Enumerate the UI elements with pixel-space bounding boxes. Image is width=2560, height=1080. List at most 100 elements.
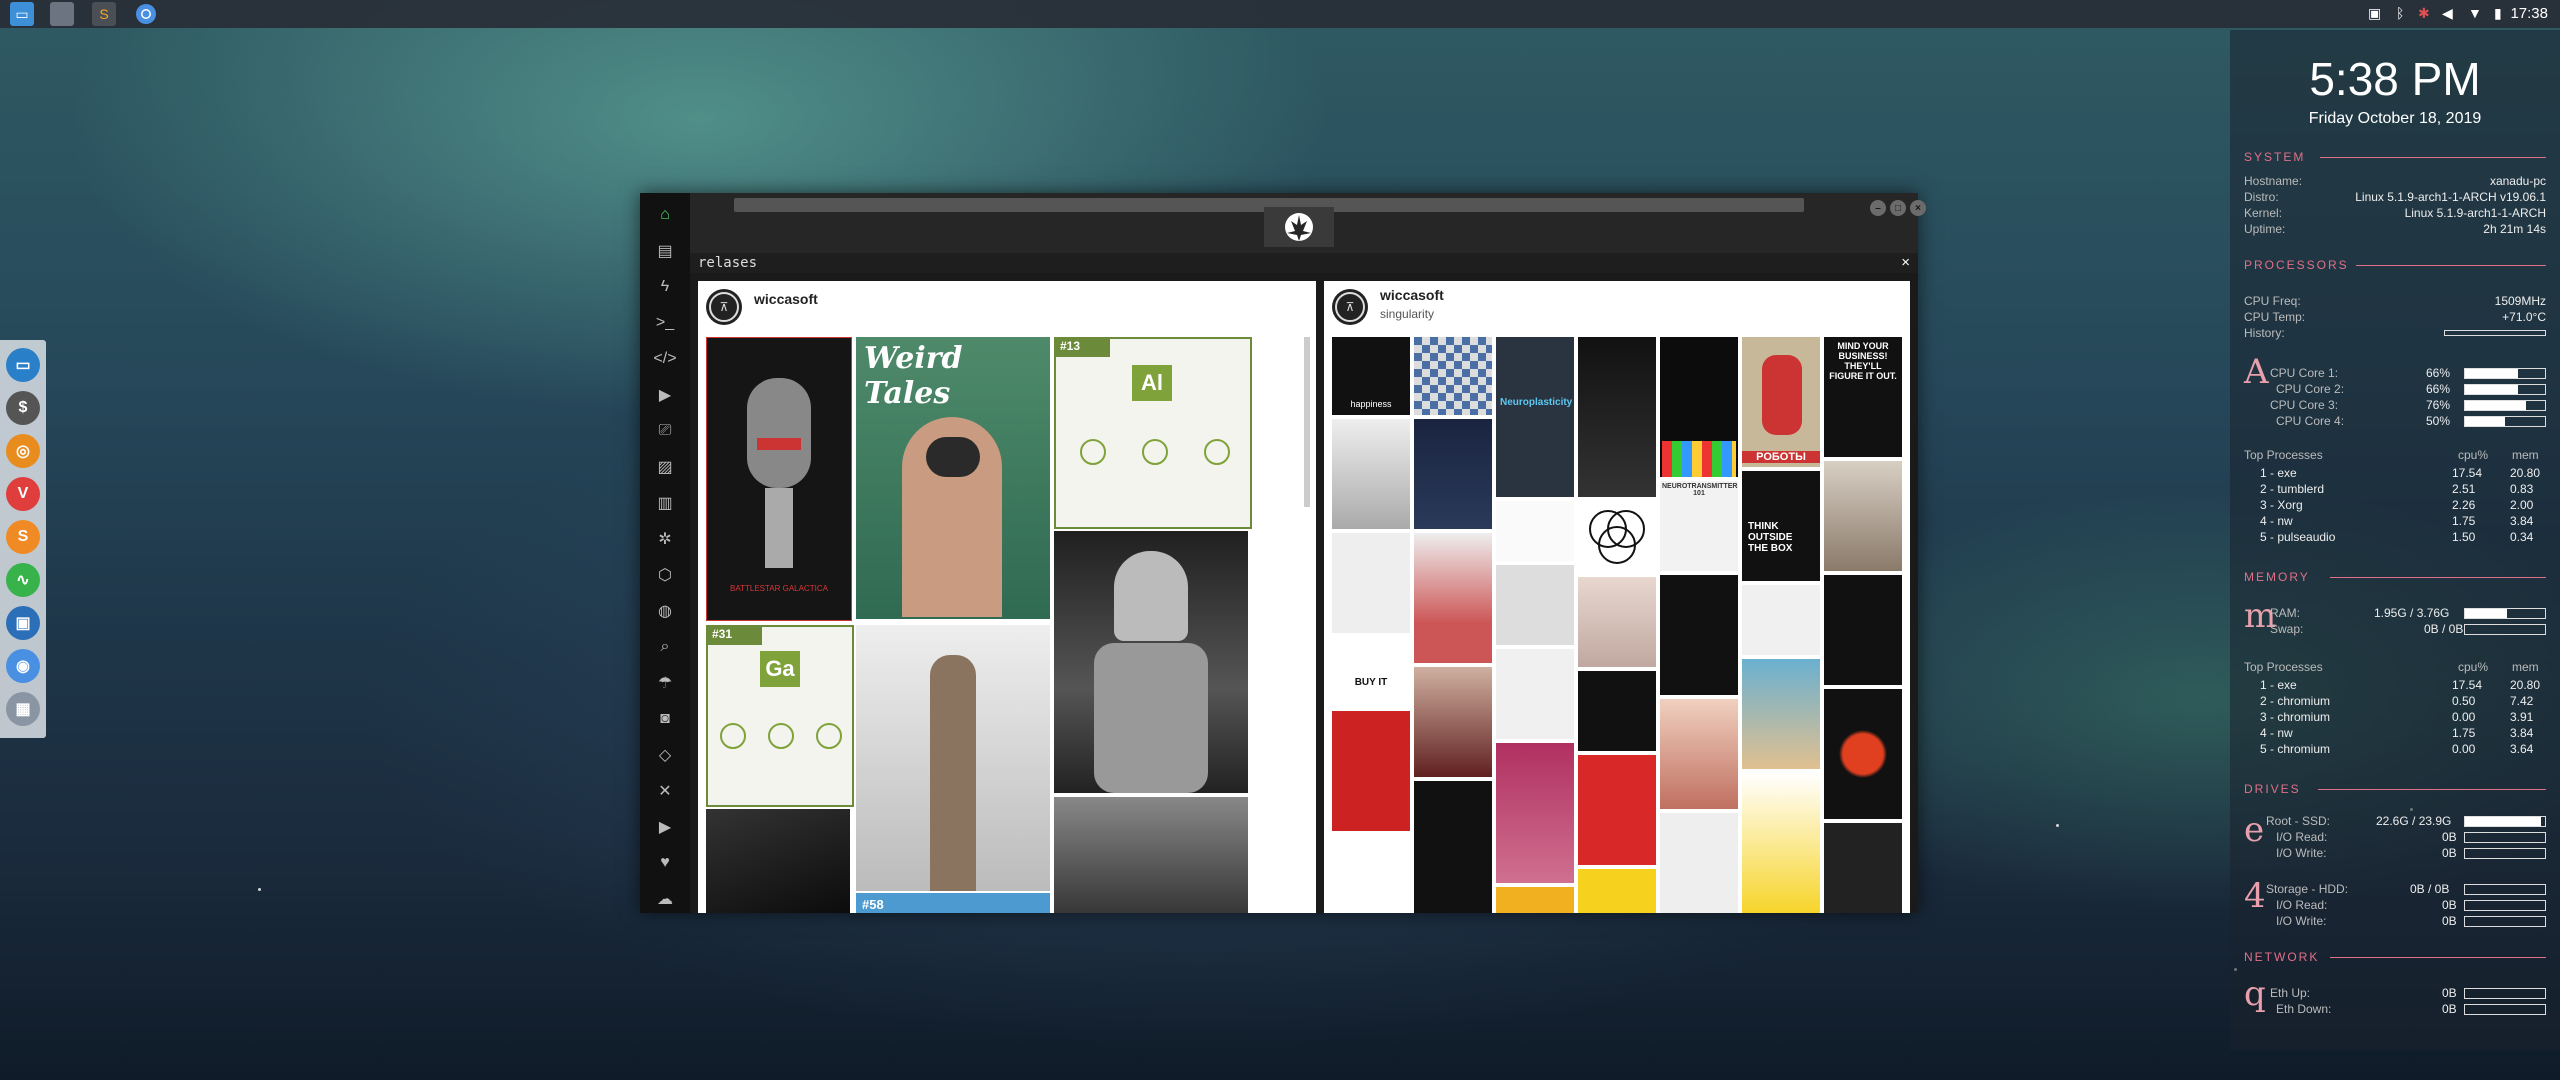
chess-image[interactable] [1414, 337, 1492, 415]
bluetooth-icon[interactable]: ᛒ [2396, 5, 2404, 21]
tag58-card-image[interactable]: #58 [856, 893, 1050, 913]
sketch-portrait-image[interactable] [1496, 565, 1574, 645]
aperture-icon[interactable]: ✲ [653, 527, 677, 551]
search-icon[interactable]: ⌕ [653, 635, 677, 659]
contact-icon[interactable]: ◙ [653, 707, 677, 731]
heart-icon[interactable]: ♥ [653, 851, 677, 875]
cylon-statue-image[interactable] [1054, 531, 1248, 793]
cartoon-image[interactable] [1742, 773, 1820, 913]
tetris-image[interactable] [1660, 337, 1738, 477]
happiness-image[interactable]: happiness [1332, 337, 1410, 415]
sublime-text-icon[interactable]: S [6, 520, 40, 554]
battlestar-poster-image[interactable]: BATTLESTAR GALACTICA [706, 337, 852, 621]
roboty-poster-image[interactable]: РОБОТЫ [1742, 337, 1820, 467]
rebel-logo-icon[interactable] [1264, 207, 1334, 247]
neuroplasticity-image[interactable]: Neuroplasticity [1496, 337, 1574, 497]
news-icon[interactable]: ▥ [653, 491, 677, 515]
screenshot-tray-icon[interactable]: ▣ [2368, 5, 2381, 22]
ubuntu-launcher-icon[interactable]: ◎ [6, 434, 40, 468]
terminal-icon[interactable]: >_ [653, 311, 677, 335]
workspaces-icon[interactable]: ▦ [6, 692, 40, 726]
translate-icon[interactable]: ⎚ [653, 419, 677, 443]
neurotransmitters-image[interactable]: NEUROTRANSMITTERS 101 [1660, 481, 1738, 571]
cylon-closeup-image[interactable] [706, 809, 850, 913]
vivaldi-icon[interactable]: V [6, 477, 40, 511]
abstract-black-image[interactable] [1578, 671, 1656, 751]
space-photos-image[interactable] [1414, 419, 1492, 529]
maximize-button[interactable]: □ [1890, 200, 1906, 216]
globe-icon[interactable]: ◍ [653, 599, 677, 623]
home-icon[interactable]: ⌂ [653, 203, 677, 227]
beach-image[interactable] [1742, 659, 1820, 769]
username[interactable]: wiccasoft [754, 291, 818, 307]
scrollbar[interactable] [1304, 337, 1310, 507]
cross-symbol-image[interactable] [1660, 575, 1738, 695]
gallium-infographic-image[interactable]: #31 Ga [706, 625, 854, 807]
chromium-icon[interactable] [134, 2, 158, 26]
screenshot-icon[interactable]: ▣ [6, 606, 40, 640]
tab-title[interactable]: relases [698, 255, 757, 271]
system-monitor-icon[interactable]: ∿ [6, 563, 40, 597]
fashion-image[interactable] [1414, 533, 1492, 663]
image-icon[interactable]: ▨ [653, 455, 677, 479]
think-outside-image[interactable]: THINK OUTSIDE THE BOX [1742, 471, 1820, 581]
embed-icon[interactable]: ◇ [653, 743, 677, 767]
file-manager-icon[interactable]: ▭ [6, 348, 40, 382]
username[interactable]: wiccasoft [1380, 287, 1444, 303]
yellow-card-image[interactable] [1578, 869, 1656, 913]
red-poster-image[interactable] [1578, 755, 1656, 865]
city-skyline-image[interactable] [1578, 337, 1656, 497]
sketch-white-image[interactable] [1496, 649, 1574, 739]
buy-it-image[interactable]: BUY IT [1332, 637, 1410, 707]
youtube-icon[interactable]: ▶ [653, 815, 677, 839]
code-icon[interactable]: </> [653, 347, 677, 371]
venn-diagram-image[interactable] [1578, 501, 1656, 573]
panel-clock[interactable]: 17:38 [2510, 5, 2548, 22]
hexagon-icon[interactable]: ⬡ [653, 563, 677, 587]
eye-sketch-image[interactable] [1496, 501, 1574, 561]
volume-icon[interactable]: ◀ [2442, 5, 2453, 22]
woman-standing-image[interactable] [1824, 461, 1902, 571]
typography-image[interactable] [1332, 533, 1410, 633]
duo-portrait-image[interactable] [1496, 743, 1574, 883]
weird-tales-cover-image[interactable]: Weird Tales [856, 337, 1050, 619]
starbuck-photo-image[interactable] [856, 625, 1050, 891]
bolt-icon[interactable]: ϟ [653, 275, 677, 299]
dark-poster-image[interactable] [1824, 823, 1902, 913]
portrait-art-image[interactable] [1414, 667, 1492, 777]
image-caption: happiness [1350, 399, 1392, 409]
document-icon[interactable]: ▤ [653, 239, 677, 263]
play-icon[interactable]: ▶ [653, 383, 677, 407]
terminal-icon[interactable]: $ [6, 391, 40, 425]
wifi-icon[interactable]: ▼ [2468, 5, 2482, 21]
sketch-black-image[interactable] [1414, 781, 1492, 913]
network-alert-icon[interactable]: ✱ [2418, 5, 2430, 22]
sublime-text-icon[interactable]: S [92, 2, 116, 26]
avatar[interactable]: ⊼ [1332, 289, 1368, 325]
tab-close-icon[interactable]: × [1901, 254, 1910, 271]
woman-portrait-image[interactable] [1332, 419, 1410, 529]
close-button[interactable]: × [1910, 200, 1926, 216]
lips-image[interactable] [1660, 699, 1738, 809]
battery-icon[interactable]: ▮ [2494, 5, 2502, 22]
resize-icon[interactable]: ✕ [653, 779, 677, 803]
umbrella-icon[interactable]: ☂ [653, 671, 677, 695]
poster-yellow-image[interactable] [1496, 887, 1574, 913]
mind-business-image[interactable]: MIND YOUR BUSINESS! THEY'LL FIGURE IT OU… [1824, 337, 1902, 457]
storage-value: 0B / 0B [2410, 882, 2450, 896]
body-art-image[interactable] [1578, 577, 1656, 667]
geometric-image[interactable] [1660, 813, 1738, 913]
cpu-freq-label: CPU Freq: [2244, 294, 2301, 308]
file-manager-icon[interactable]: ▭ [10, 2, 34, 26]
neon-circle-image[interactable] [1824, 689, 1902, 819]
aluminium-infographic-image[interactable]: #13 Al [1054, 337, 1252, 529]
avatar[interactable]: ⊼ [706, 289, 742, 325]
minimize-button[interactable]: – [1870, 200, 1886, 216]
chromium-icon[interactable]: ◉ [6, 649, 40, 683]
hand-art-image[interactable] [1332, 711, 1410, 831]
triangle-image[interactable] [1824, 575, 1902, 685]
x-symbol-image[interactable] [1742, 585, 1820, 655]
cloud-icon[interactable]: ☁ [653, 887, 677, 911]
vintage-portrait-image[interactable] [1054, 797, 1248, 913]
desktop-switcher-icon[interactable] [50, 2, 74, 26]
